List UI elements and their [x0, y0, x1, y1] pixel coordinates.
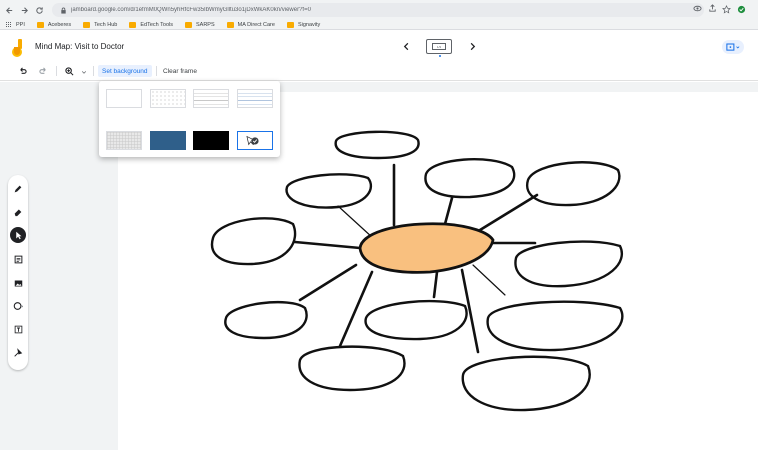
bookmark-label: PPI — [16, 21, 25, 28]
forward-icon[interactable] — [19, 5, 30, 16]
chevron-left-icon — [403, 42, 408, 51]
back-icon[interactable] — [4, 5, 15, 16]
laser-icon[interactable] — [10, 345, 26, 361]
folder-icon — [185, 21, 192, 28]
star-icon[interactable] — [722, 5, 731, 14]
background-option-blank[interactable] — [106, 89, 142, 108]
background-picker-popup — [99, 81, 280, 157]
bookmark-label: MA Direct Care — [237, 21, 275, 28]
background-option-dots[interactable] — [150, 89, 186, 108]
folder-icon — [36, 21, 44, 28]
frame-indicator: 1/3 — [432, 43, 446, 50]
bookmark-folder[interactable]: EdTech Tools — [129, 21, 173, 28]
bookmark-folder[interactable]: SARPS — [185, 21, 215, 28]
bookmark-label: Aceberes — [47, 21, 72, 28]
set-background-button[interactable]: Set background — [98, 65, 152, 77]
shape-icon[interactable] — [10, 298, 26, 314]
present-button[interactable] — [722, 40, 744, 54]
browser-toolbar: jamboard.google.com/d/1efmM0QWn5yhRfcFw3… — [0, 0, 758, 20]
chevron-down-icon[interactable] — [78, 66, 89, 77]
select-icon[interactable] — [10, 227, 26, 243]
chevron-right-icon — [470, 42, 475, 51]
toolbar-divider — [156, 66, 157, 76]
background-option-blue[interactable] — [150, 131, 186, 150]
share-page-icon[interactable] — [708, 4, 717, 13]
toolbar-divider — [93, 66, 94, 76]
prev-frame-button[interactable] — [400, 41, 412, 53]
extension-icon[interactable] — [737, 5, 746, 14]
bookmark-folder[interactable]: Signavity — [286, 21, 321, 28]
text-box-icon[interactable] — [10, 321, 26, 337]
bookmark-folder[interactable]: Aceberes — [36, 21, 72, 28]
frame-navigator: 1/3 — [400, 39, 478, 57]
background-option-blue-lines[interactable] — [237, 89, 273, 108]
bookmark-folder[interactable]: MA Direct Care — [226, 21, 275, 28]
background-option-black[interactable] — [193, 131, 229, 150]
redo-icon[interactable] — [38, 66, 49, 77]
address-bar[interactable]: jamboard.google.com/d/1efmM0QWn5yhRfcFw3… — [52, 3, 704, 17]
present-icon — [726, 42, 740, 51]
frame-bar-button[interactable]: 1/3 — [426, 39, 452, 57]
folder-icon — [129, 21, 137, 28]
clear-frame-button[interactable]: Clear frame — [163, 65, 197, 77]
bookmark-label: Tech Hub — [94, 21, 118, 28]
background-option-lines[interactable] — [193, 89, 229, 108]
bookmark-label: EdTech Tools — [140, 21, 173, 28]
folder-icon — [226, 21, 234, 28]
eye-icon[interactable] — [693, 4, 702, 13]
image-icon[interactable] — [10, 275, 26, 291]
pen-icon[interactable] — [10, 181, 26, 197]
next-frame-button[interactable] — [466, 41, 478, 53]
toolbar-divider — [56, 66, 57, 76]
folder-icon — [83, 21, 91, 28]
checkmark-icon — [246, 135, 259, 146]
jamboard-logo — [12, 39, 22, 57]
background-option-selected[interactable] — [237, 131, 273, 150]
bookmark-label: SARPS — [196, 21, 215, 28]
background-option-grid[interactable] — [106, 131, 142, 150]
bookmarks-bar: PPI Aceberes Tech Hub EdTech Tools SARPS… — [0, 20, 758, 30]
reload-icon[interactable] — [34, 5, 45, 16]
frame-dot — [439, 55, 441, 57]
document-title[interactable]: Mind Map: Visit to Doctor — [35, 42, 124, 51]
bookmark-apps[interactable]: PPI — [6, 21, 25, 28]
folder-icon — [286, 21, 294, 28]
undo-icon[interactable] — [17, 66, 28, 77]
apps-icon — [6, 21, 12, 28]
sticky-note-icon[interactable] — [10, 251, 26, 267]
url-text: jamboard.google.com/d/1efmM0QWn5yhRfcFw3… — [71, 7, 311, 13]
lock-icon — [61, 7, 66, 14]
eraser-icon[interactable] — [10, 204, 26, 220]
zoom-icon[interactable] — [64, 66, 75, 77]
bookmark-label: Signavity — [297, 21, 321, 28]
bookmark-folder[interactable]: Tech Hub — [83, 21, 118, 28]
